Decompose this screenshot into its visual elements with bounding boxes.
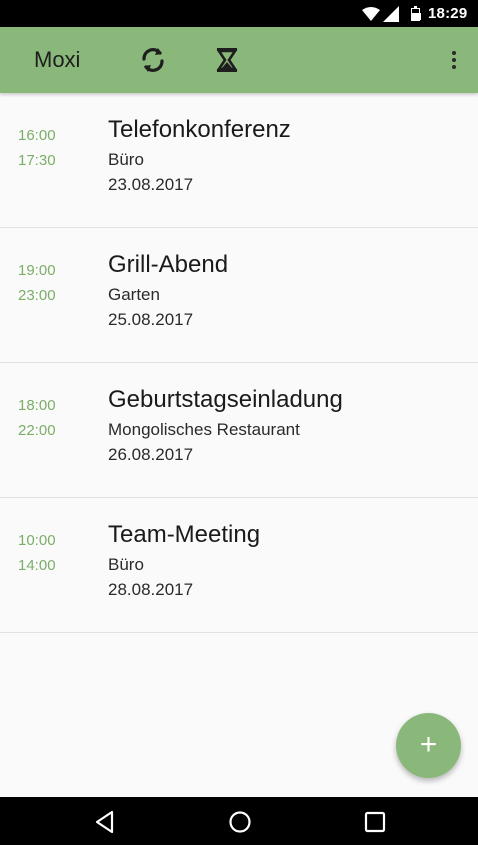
back-icon [95, 810, 114, 834]
event-date: 28.08.2017 [108, 580, 194, 599]
more-vert-icon [452, 51, 456, 55]
event-title: Geburtstagseinladung [108, 386, 343, 413]
event-start-time: 18:00 [18, 397, 56, 414]
add-event-button[interactable]: + [396, 713, 461, 778]
event-end-time: 23:00 [18, 287, 56, 304]
event-title: Grill-Abend [108, 251, 229, 278]
battery-icon [411, 6, 421, 21]
event-end-time: 22:00 [18, 422, 56, 439]
event-list: 16:00 17:30 Telefonkonferenz Büro 23.08.… [0, 93, 478, 633]
event-start-time: 10:00 [18, 532, 56, 549]
back-button[interactable] [92, 809, 118, 835]
event-location: Garten [108, 285, 160, 304]
event-title: Team-Meeting [108, 521, 261, 548]
status-bar: 18:29 [0, 0, 478, 27]
event-date: 26.08.2017 [108, 445, 194, 464]
app-title: Moxi [34, 47, 81, 72]
timer-button[interactable] [210, 43, 244, 77]
recents-icon [364, 811, 386, 833]
event-list-item[interactable]: 19:00 23:00 Grill-Abend Garten 25.08.201… [0, 228, 478, 363]
event-end-time: 17:30 [18, 152, 56, 169]
system-nav-bar [0, 797, 478, 845]
signal-icon [383, 6, 399, 22]
event-date: 25.08.2017 [108, 310, 194, 329]
event-location: Mongolisches Restaurant [108, 420, 300, 439]
event-end-time: 14:00 [18, 557, 56, 574]
event-list-item[interactable]: 18:00 22:00 Geburtstagseinladung Mongoli… [0, 363, 478, 498]
home-button[interactable] [227, 809, 253, 835]
event-location: Büro [108, 150, 144, 169]
event-start-time: 16:00 [18, 127, 56, 144]
wifi-icon [362, 7, 380, 21]
home-icon [229, 811, 251, 833]
more-options-button[interactable] [442, 43, 466, 77]
event-list-item[interactable]: 16:00 17:30 Telefonkonferenz Büro 23.08.… [0, 93, 478, 228]
event-date: 23.08.2017 [108, 175, 194, 194]
app-toolbar: Moxi [0, 27, 478, 93]
add-icon: + [419, 728, 438, 761]
refresh-icon [142, 48, 164, 72]
hourglass-icon [216, 48, 238, 72]
event-title: Telefonkonferenz [108, 116, 291, 143]
status-time: 18:29 [428, 5, 468, 22]
event-list-item[interactable]: 10:00 14:00 Team-Meeting Büro 28.08.2017 [0, 498, 478, 633]
recents-button[interactable] [362, 809, 388, 835]
refresh-button[interactable] [136, 43, 170, 77]
event-start-time: 19:00 [18, 262, 56, 279]
event-location: Büro [108, 555, 144, 574]
